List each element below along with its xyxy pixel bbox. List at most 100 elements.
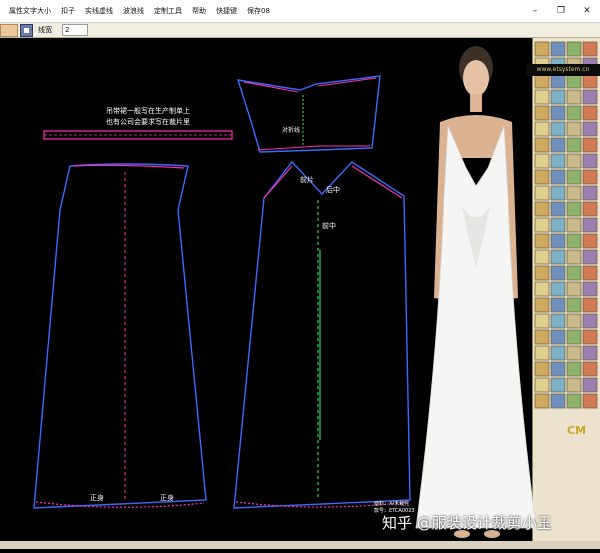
tool-button-icon[interactable] — [566, 377, 582, 393]
tool-button-icon[interactable] — [566, 105, 582, 121]
tool-button-icon[interactable] — [582, 329, 598, 345]
tool-button-icon[interactable] — [582, 41, 598, 57]
tool-button-icon[interactable] — [550, 313, 566, 329]
tool-button-icon[interactable] — [550, 217, 566, 233]
tool-button-icon[interactable] — [582, 313, 598, 329]
tool-button-icon[interactable] — [550, 345, 566, 361]
skirt-left-piece — [33, 163, 207, 509]
tool-button-icon[interactable] — [566, 313, 582, 329]
tool-button-icon[interactable] — [582, 345, 598, 361]
strap-piece — [43, 130, 233, 140]
toolbar-color-swatch[interactable] — [0, 24, 18, 37]
hem-label-right: 正身 — [160, 493, 174, 502]
note-line-1: 吊带裙一般写在生产制单上 — [106, 106, 190, 115]
tool-button-icon[interactable] — [550, 233, 566, 249]
tool-button-icon[interactable] — [582, 249, 598, 265]
tool-button-icon[interactable] — [566, 393, 582, 409]
tool-button-icon[interactable] — [566, 249, 582, 265]
minimize-button[interactable]: – — [522, 0, 548, 22]
menu-wave-line[interactable]: 波浪线 — [118, 0, 149, 22]
tool-button-icon[interactable] — [582, 185, 598, 201]
tool-button-icon[interactable] — [582, 201, 598, 217]
tool-button-icon[interactable] — [566, 217, 582, 233]
tool-button-icon[interactable] — [566, 345, 582, 361]
cm-label[interactable]: CM — [567, 424, 586, 437]
note-line-2: 也有公司会要求写在裁片里 — [106, 117, 190, 126]
tool-button-icon[interactable] — [582, 169, 598, 185]
menu-line-style[interactable]: 实线虚线 — [80, 0, 118, 22]
tool-button-icon[interactable] — [550, 73, 566, 89]
tool-button-icon[interactable] — [566, 297, 582, 313]
tool-button-icon[interactable] — [550, 265, 566, 281]
tool-button-icon[interactable] — [582, 233, 598, 249]
tool-button-icon[interactable] — [566, 265, 582, 281]
tool-button-icon[interactable] — [550, 121, 566, 137]
tool-button-icon[interactable] — [566, 201, 582, 217]
tool-button-icon[interactable] — [582, 89, 598, 105]
tool-button-icon[interactable] — [582, 361, 598, 377]
tool-button-icon[interactable] — [550, 201, 566, 217]
line-width-input[interactable]: 2 — [62, 24, 88, 36]
tool-button-icon[interactable] — [550, 361, 566, 377]
tool-button-icon[interactable] — [582, 377, 598, 393]
tool-button-icon[interactable] — [550, 137, 566, 153]
tool-panel: CM — [532, 38, 600, 549]
tool-button-icon[interactable] — [566, 153, 582, 169]
menu-help[interactable]: 帮助 — [187, 0, 211, 22]
tool-button-icon[interactable] — [550, 329, 566, 345]
tool-button-icon[interactable] — [582, 137, 598, 153]
tool-button-icon[interactable] — [566, 361, 582, 377]
tool-button-icon[interactable] — [582, 297, 598, 313]
tool-button-icon[interactable] — [566, 169, 582, 185]
tool-button-icon[interactable] — [550, 297, 566, 313]
skirt-right-piece — [233, 160, 411, 509]
tool-grid: CM — [534, 41, 598, 437]
bodice-piece — [236, 75, 381, 153]
tool-button-icon[interactable] — [582, 281, 598, 297]
menu-bar: 属性文字大小 扣子 实线虚线 波浪线 定制工具 帮助 快捷键 保存08 – ❐ … — [0, 0, 600, 23]
menu-shortcuts[interactable]: 快捷键 — [211, 0, 242, 22]
tool-button-icon[interactable] — [566, 89, 582, 105]
line-width-label: 线宽 — [38, 26, 52, 34]
tool-button-icon[interactable] — [566, 73, 582, 89]
tool-button-icon[interactable] — [582, 105, 598, 121]
fold-label: 对折线 — [282, 126, 300, 134]
tool-button-icon[interactable] — [550, 105, 566, 121]
menu-buttons[interactable]: 扣子 — [56, 0, 80, 22]
tool-button-icon[interactable] — [582, 73, 598, 89]
tool-button-icon[interactable] — [550, 185, 566, 201]
tool-button-icon[interactable] — [566, 137, 582, 153]
tool-button-icon[interactable] — [582, 217, 598, 233]
tool-button-icon[interactable] — [550, 89, 566, 105]
restore-button[interactable]: ❐ — [548, 0, 574, 22]
tool-button-icon[interactable] — [550, 377, 566, 393]
toolbar-select-icon[interactable] — [20, 24, 33, 37]
front-piece-label: 前片 — [300, 175, 314, 184]
tool-button-icon[interactable] — [550, 393, 566, 409]
tool-button-icon[interactable] — [550, 169, 566, 185]
tool-button-icon[interactable] — [566, 185, 582, 201]
menu-font-size[interactable]: 属性文字大小 — [4, 0, 56, 22]
hem-label-left: 正身 — [90, 493, 104, 502]
tool-button-icon[interactable] — [582, 393, 598, 409]
tool-button-icon[interactable] — [566, 233, 582, 249]
status-bar — [0, 541, 600, 549]
front-center-label: 前中 — [322, 221, 336, 230]
tool-button-icon[interactable] — [550, 281, 566, 297]
menu-custom-tools[interactable]: 定制工具 — [149, 0, 187, 22]
back-center-label: 后中 — [326, 185, 340, 194]
tool-button-icon[interactable] — [566, 121, 582, 137]
tool-button-icon[interactable] — [582, 265, 598, 281]
tool-button-icon[interactable] — [550, 249, 566, 265]
menu-save[interactable]: 保存08 — [242, 0, 275, 22]
tool-button-icon[interactable] — [550, 41, 566, 57]
line-width-toolbar: 线宽 2 — [0, 23, 600, 38]
close-button[interactable]: ✕ — [574, 0, 600, 22]
tool-button-icon[interactable] — [566, 41, 582, 57]
tool-button-icon[interactable] — [582, 153, 598, 169]
tool-button-icon[interactable] — [566, 281, 582, 297]
model-with-dress-image — [415, 46, 537, 538]
tool-button-icon[interactable] — [566, 329, 582, 345]
tool-button-icon[interactable] — [582, 121, 598, 137]
tool-button-icon[interactable] — [550, 153, 566, 169]
